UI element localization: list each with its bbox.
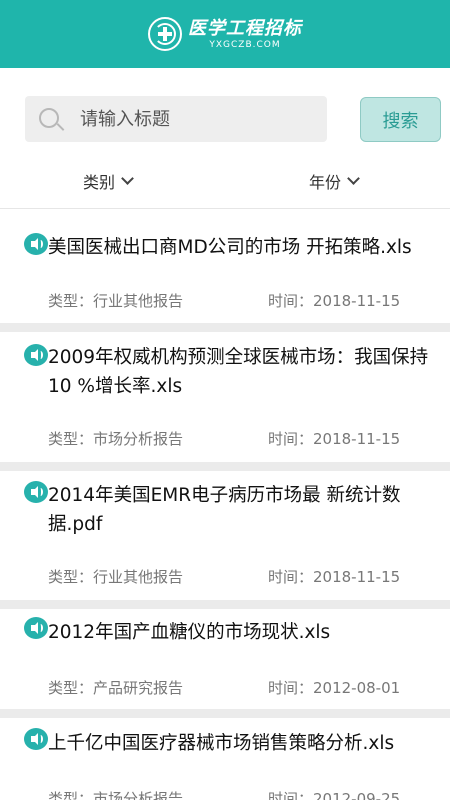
list-item[interactable]: 2012年国产血糖仪的市场现状.xls 类型：产品研究报告 时间：2012-08… <box>0 609 450 709</box>
chevron-down-icon <box>347 172 360 185</box>
search-button[interactable]: 搜索 <box>360 97 441 142</box>
speaker-icon <box>24 728 48 750</box>
item-separator <box>0 709 450 718</box>
item-time: 时间：2018-11-15 <box>268 568 401 586</box>
logo-subtitle: YXGCZB.COM <box>209 39 281 50</box>
year-filter[interactable]: 年份 <box>309 168 360 194</box>
item-time: 时间：2012-08-01 <box>268 679 401 697</box>
search-icon <box>39 108 65 134</box>
item-type: 类型：产品研究报告 <box>48 679 184 697</box>
list-item[interactable]: 2014年美国EMR电子病历市场最 新统计数据.pdf 类型：行业其他报告 时间… <box>0 471 450 600</box>
app-header: 医学工程招标 YXGCZB.COM <box>0 0 450 68</box>
item-type: 类型：市场分析报告 <box>48 790 184 800</box>
list-item[interactable]: 上千亿中国医疗器械市场销售策略分析.xls 类型：市场分析报告 时间：2012-… <box>0 718 450 800</box>
speaker-icon <box>24 344 48 366</box>
speaker-icon <box>24 481 48 503</box>
item-time: 时间：2018-11-15 <box>268 430 401 448</box>
item-type: 类型：行业其他报告 <box>48 568 184 586</box>
item-title: 2009年权威机构预测全球医械市场：我国保持10 %增长率.xls <box>48 347 429 397</box>
chevron-down-icon <box>121 172 134 185</box>
list-item[interactable]: 2009年权威机构预测全球医械市场：我国保持10 %增长率.xls 类型：市场分… <box>0 332 450 462</box>
item-type: 类型：行业其他报告 <box>48 292 184 310</box>
item-title: 2012年国产血糖仪的市场现状.xls <box>48 622 331 643</box>
year-filter-label: 年份 <box>309 173 342 192</box>
list-item[interactable]: 美国医械出口商MD公司的市场 开拓策略.xls 类型：行业其他报告 时间：201… <box>0 209 450 323</box>
category-filter-label: 类别 <box>83 173 116 192</box>
search-box <box>25 96 327 142</box>
category-filter[interactable]: 类别 <box>83 168 134 194</box>
speaker-icon <box>24 233 48 255</box>
item-title: 上千亿中国医疗器械市场销售策略分析.xls <box>48 733 395 754</box>
item-separator <box>0 462 450 471</box>
item-type: 类型：市场分析报告 <box>48 430 184 448</box>
site-logo[interactable]: 医学工程招标 YXGCZB.COM <box>148 14 302 54</box>
speaker-icon <box>24 617 48 639</box>
item-title: 2014年美国EMR电子病历市场最 新统计数据.pdf <box>48 485 401 535</box>
item-time: 时间：2012-09-25 <box>268 790 401 800</box>
item-separator <box>0 600 450 609</box>
search-input[interactable] <box>80 96 320 142</box>
medical-cross-icon <box>148 17 182 51</box>
item-time: 时间：2018-11-15 <box>268 292 401 310</box>
logo-title: 医学工程招标 <box>188 17 302 39</box>
item-separator <box>0 323 450 332</box>
item-title: 美国医械出口商MD公司的市场 开拓策略.xls <box>48 237 412 258</box>
